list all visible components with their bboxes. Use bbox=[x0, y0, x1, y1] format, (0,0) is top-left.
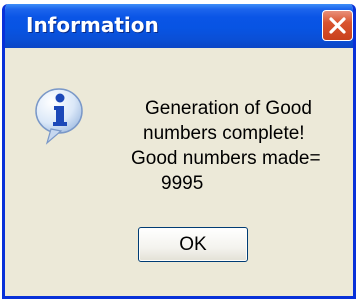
title-bar[interactable]: Information bbox=[5, 4, 353, 48]
message-text: Generation of Good numbers complete! Goo… bbox=[123, 96, 333, 196]
message-line: numbers complete! bbox=[143, 123, 305, 144]
information-icon bbox=[35, 88, 83, 145]
dialog-body: Generation of Good numbers complete! Goo… bbox=[5, 48, 353, 296]
close-icon bbox=[329, 17, 346, 34]
ok-button[interactable]: OK bbox=[138, 227, 248, 262]
message-line: Good numbers made= bbox=[131, 148, 321, 169]
information-dialog: Information Generation of Good numbers c… bbox=[2, 4, 356, 299]
message-line: 9995 bbox=[161, 173, 204, 194]
close-button[interactable] bbox=[322, 10, 353, 41]
message-line: Generation of Good bbox=[145, 98, 312, 119]
dialog-title: Information bbox=[26, 13, 159, 37]
